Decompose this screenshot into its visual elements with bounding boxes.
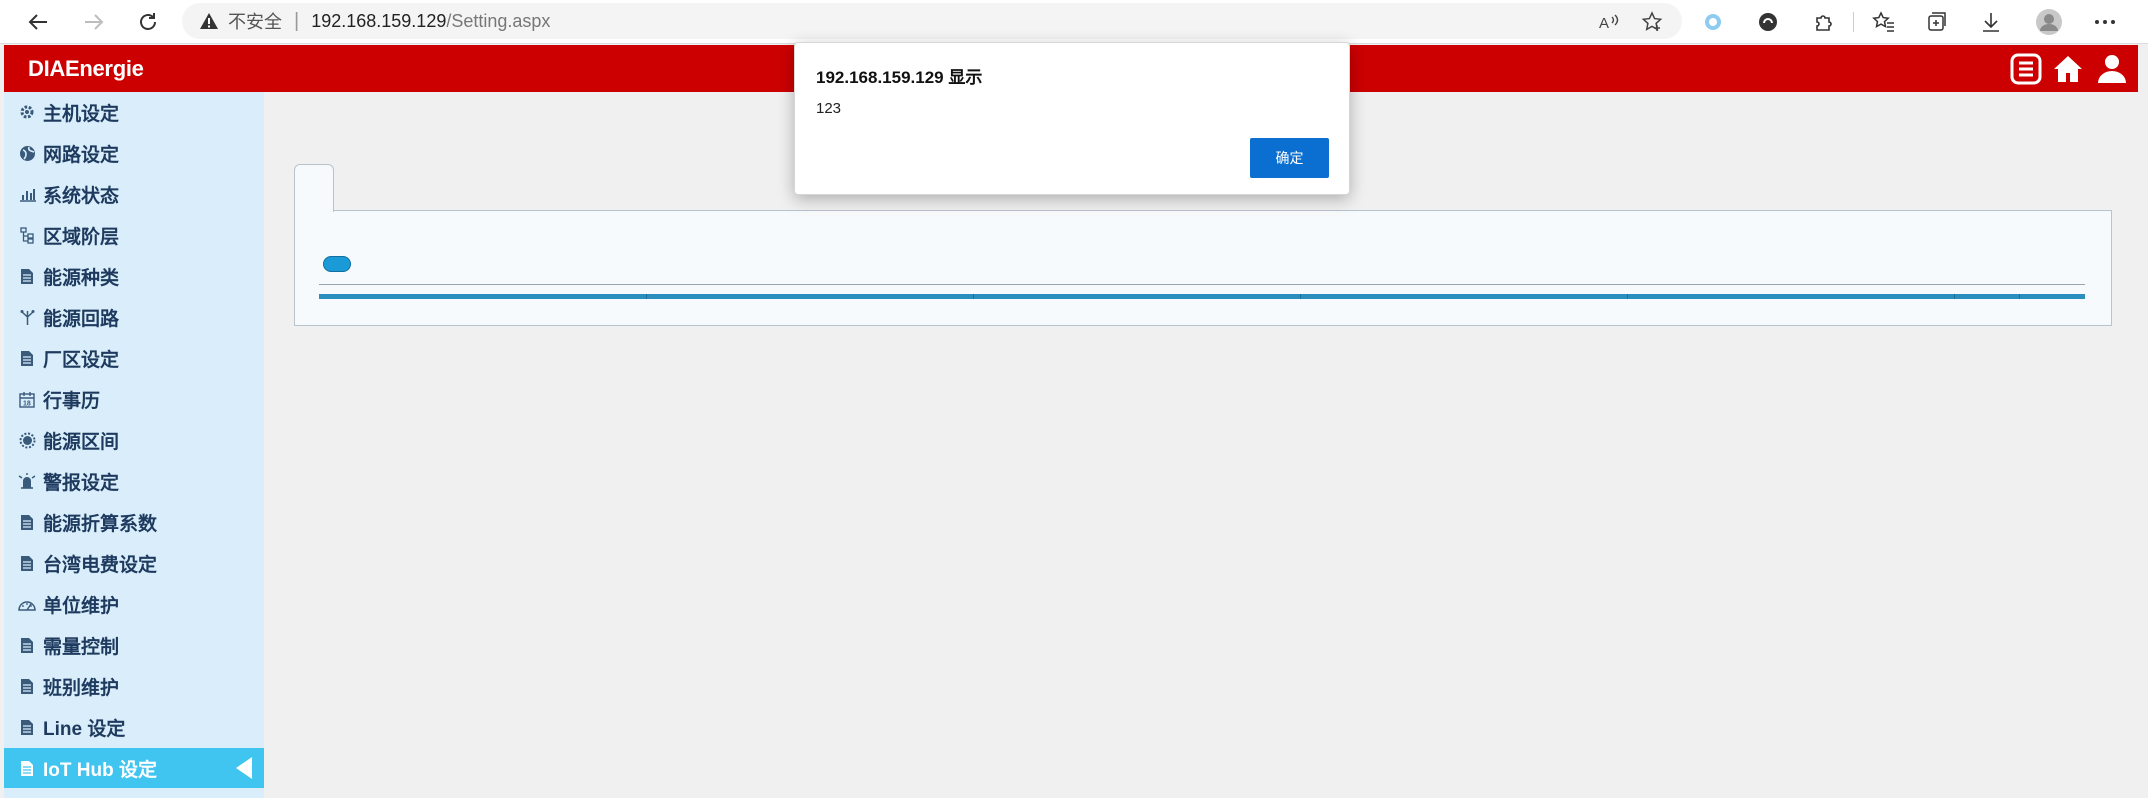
home-icon[interactable] [2050, 51, 2086, 87]
dialog-message: 123 [816, 100, 842, 117]
sidebar-item-label: 能源区间 [43, 431, 120, 453]
extension-dark-icon[interactable] [1751, 6, 1785, 38]
sidebar-item-unit-maintenance[interactable]: 单位维护 [4, 584, 264, 624]
insecure-label: 不安全 [228, 12, 282, 32]
sidebar-item-line-settings[interactable]: Line 设定 [4, 707, 264, 747]
grid-column-separator [646, 294, 647, 299]
reload-icon [140, 13, 156, 30]
grid-column-separator [1627, 294, 1628, 299]
sidebar-item-host-settings[interactable]: 主机设定 [4, 92, 264, 132]
sidebar-item-label: 网路设定 [43, 144, 120, 166]
sidebar-item-label: 能源种类 [43, 267, 120, 289]
extensions-puzzle-icon[interactable] [1806, 6, 1840, 38]
content-panel [294, 210, 2112, 326]
grid-column-separator [973, 294, 974, 299]
collections-icon[interactable] [1920, 6, 1954, 38]
svg-text:18: 18 [23, 400, 31, 407]
sidebar-item-taiwan-electricity[interactable]: 台湾电费设定 [4, 543, 264, 583]
back-arrow-icon [28, 14, 47, 30]
sidebar-item-label: IoT Hub 设定 [43, 759, 157, 781]
profile-avatar-icon[interactable] [2032, 6, 2066, 38]
document-icon [17, 758, 37, 778]
sidebar-item-energy-types[interactable]: 能源种类 [4, 256, 264, 296]
toolbar-pill-button[interactable] [323, 256, 351, 272]
toolbar-separator [1853, 12, 1854, 32]
read-aloud-icon[interactable]: A [1594, 7, 1624, 37]
sidebar-item-label: 台湾电费设定 [43, 554, 158, 576]
content-tab[interactable] [294, 164, 334, 212]
grid-header-row [319, 294, 2085, 299]
favorite-add-icon[interactable] [1637, 7, 1667, 37]
warning-icon [198, 11, 220, 31]
sidebar-item-label: 行事历 [43, 390, 101, 412]
sidebar-item-alarm-settings[interactable]: 警报设定 [4, 461, 264, 501]
calendar-icon: 18 [17, 389, 37, 409]
sidebar-item-plant-settings[interactable]: 厂区设定 [4, 338, 264, 378]
user-icon[interactable] [2094, 51, 2130, 87]
bar-chart-icon [17, 184, 37, 204]
fork-icon [17, 307, 37, 327]
sidebar-item-shift-maintenance[interactable]: 班别维护 [4, 666, 264, 706]
document-icon [17, 635, 37, 655]
alarm-icon [17, 471, 37, 491]
sidebar-item-label: 能源回路 [43, 308, 120, 330]
reload-button[interactable] [132, 6, 164, 38]
sidebar-item-calendar[interactable]: 18 行事历 [4, 379, 264, 419]
sidebar-item-label: 警报设定 [43, 472, 120, 494]
sidebar-item-label: 系统状态 [43, 185, 120, 207]
ok-button[interactable]: 确定 [1250, 138, 1329, 178]
hierarchy-icon [17, 225, 37, 245]
sidebar-item-demand-control[interactable]: 需量控制 [4, 625, 264, 665]
back-button[interactable] [22, 6, 54, 38]
document-icon [17, 512, 37, 532]
sidebar-item-energy-interval[interactable]: 能源区间 [4, 420, 264, 460]
active-caret-icon [236, 757, 252, 779]
dialog-title: 192.168.159.129 显示 [816, 68, 983, 87]
sidebar-item-label: 厂区设定 [43, 349, 120, 371]
downloads-icon[interactable] [1974, 6, 2008, 38]
favorites-icon[interactable] [1867, 6, 1901, 38]
document-icon [17, 717, 37, 737]
url-path: /Setting.aspx [446, 10, 551, 31]
list-icon[interactable] [2008, 51, 2044, 87]
grid-column-separator [2019, 294, 2020, 299]
document-icon [17, 348, 37, 368]
document-icon [17, 676, 37, 696]
forward-button[interactable] [78, 6, 110, 38]
globe-icon [17, 143, 37, 163]
document-icon [17, 553, 37, 573]
sidebar-item-label: 主机设定 [43, 103, 120, 125]
sidebar-item-system-status[interactable]: 系统状态 [4, 174, 264, 214]
gauge-icon [17, 594, 37, 614]
sidebar-item-network-settings[interactable]: 网路设定 [4, 133, 264, 173]
sidebar-item-label: 单位维护 [43, 595, 120, 617]
grid-divider [319, 284, 2085, 285]
sidebar-item-energy-circuit[interactable]: 能源回路 [4, 297, 264, 337]
brand-logo[interactable]: DIAEnergie [28, 56, 144, 82]
grid-column-separator [1954, 294, 1955, 299]
extension-circle-icon[interactable] [1696, 6, 1730, 38]
sun-icon [17, 430, 37, 450]
sidebar: 主机设定 网路设定 系统状态 区域阶层 能源种类 能源回路 厂区设定 18 行事… [4, 92, 264, 798]
document-icon [17, 266, 37, 286]
browser-toolbar: 不安全 | 192.168.159.129 /Setting.aspx A [0, 0, 2148, 44]
grid-column-separator [1300, 294, 1301, 299]
sidebar-item-label: 能源折算系数 [43, 513, 158, 535]
sidebar-item-label: 需量控制 [43, 636, 120, 658]
url-host: 192.168.159.129 [311, 10, 447, 31]
address-bar[interactable]: 不安全 | 192.168.159.129 /Setting.aspx A [182, 3, 1682, 39]
sidebar-item-label: Line 设定 [43, 718, 126, 740]
sidebar-item-iot-hub-settings[interactable]: IoT Hub 设定 [4, 748, 264, 788]
sidebar-item-energy-conversion[interactable]: 能源折算系数 [4, 502, 264, 542]
sidebar-item-label: 班别维护 [43, 677, 120, 699]
forward-arrow-icon [85, 14, 104, 30]
svg-text:A: A [1599, 15, 1609, 32]
alert-dialog: 192.168.159.129 显示 123 确定 [794, 42, 1350, 195]
address-separator: | [294, 9, 300, 32]
gear-icon [17, 102, 37, 122]
sidebar-item-label: 区域阶层 [43, 226, 120, 248]
sidebar-item-area-hierarchy[interactable]: 区域阶层 [4, 215, 264, 255]
more-menu-icon[interactable] [2088, 6, 2122, 38]
